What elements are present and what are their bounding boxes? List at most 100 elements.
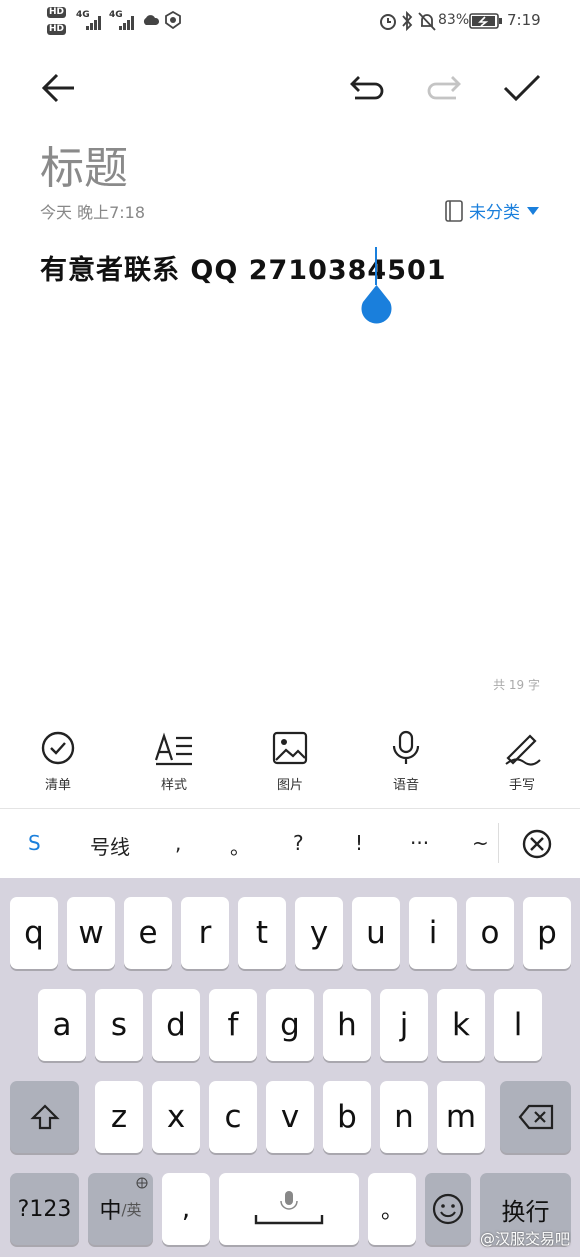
space-key[interactable]: [219, 1173, 359, 1245]
confirm-button[interactable]: [492, 58, 552, 118]
comma-key[interactable]: ,: [162, 1173, 210, 1245]
keyboard: q w e r t y u i o p a s d f g h j k l z …: [0, 878, 580, 1257]
shift-key[interactable]: [10, 1081, 79, 1153]
candidate-item[interactable]: 号线: [90, 831, 130, 860]
lang-main-label: 中: [99, 1199, 122, 1224]
key-i[interactable]: i: [409, 897, 457, 969]
candidate-item[interactable]: !: [355, 831, 363, 855]
text-style-icon: [154, 732, 192, 766]
candidate-item[interactable]: ?: [293, 831, 304, 855]
alarm-icon: [380, 14, 396, 30]
emoji-key[interactable]: [425, 1173, 471, 1245]
checklist-icon: [41, 731, 75, 765]
note-title-field[interactable]: 标题: [40, 132, 128, 196]
key-r[interactable]: r: [181, 897, 229, 969]
undo-icon: [350, 76, 384, 100]
backspace-icon: [518, 1104, 553, 1130]
mute-bell-icon: [418, 12, 436, 31]
hd-badge-1: HD: [47, 7, 67, 18]
signal-icon-2: [119, 12, 135, 30]
key-m[interactable]: m: [437, 1081, 485, 1153]
shift-icon: [29, 1104, 60, 1130]
candidate-bar: S 号线 , 。 ? ! ··· ~: [0, 808, 580, 878]
key-y[interactable]: y: [295, 897, 343, 969]
back-button[interactable]: [28, 58, 88, 118]
emoji-icon: [432, 1193, 464, 1225]
image-icon: [272, 731, 308, 765]
key-c[interactable]: c: [209, 1081, 257, 1153]
key-x[interactable]: x: [152, 1081, 200, 1153]
toolbar-style[interactable]: 样式: [124, 730, 224, 793]
lang-sub-label: /英: [121, 1200, 142, 1219]
char-count: 共 19 字: [493, 678, 540, 692]
key-g[interactable]: g: [266, 989, 314, 1061]
key-l[interactable]: l: [494, 989, 542, 1061]
category-label: 未分类: [469, 203, 520, 223]
cloud-icon: [143, 15, 160, 25]
hd-badge-2: HD: [47, 24, 67, 35]
toolbar-voice[interactable]: 语音: [356, 730, 456, 793]
category-selector[interactable]: 未分类: [445, 198, 540, 223]
redo-icon: [427, 76, 461, 100]
microphone-icon: [392, 730, 420, 764]
back-arrow-icon: [41, 73, 74, 103]
key-f[interactable]: f: [209, 989, 257, 1061]
toolbar-label: 语音: [392, 778, 419, 793]
key-u[interactable]: u: [352, 897, 400, 969]
toolbar-label: 样式: [160, 778, 187, 793]
redo-button[interactable]: [414, 58, 474, 118]
key-t[interactable]: t: [238, 897, 286, 969]
watermark: @汉服交易吧: [479, 1230, 570, 1248]
clock-time: 7:19: [507, 11, 541, 29]
toolbar-checklist[interactable]: 清单: [8, 730, 108, 793]
candidate-item[interactable]: S: [28, 831, 41, 855]
key-h[interactable]: h: [323, 989, 371, 1061]
candidate-item[interactable]: 。: [230, 831, 250, 860]
dropdown-triangle-icon: [527, 206, 539, 215]
handwriting-icon: [505, 734, 541, 766]
key-s[interactable]: s: [95, 989, 143, 1061]
key-e[interactable]: e: [124, 897, 172, 969]
toolbar-label: 清单: [44, 778, 71, 793]
key-o[interactable]: o: [466, 897, 514, 969]
key-k[interactable]: k: [437, 989, 485, 1061]
language-switch-key[interactable]: 中/英: [88, 1173, 153, 1245]
key-j[interactable]: j: [380, 989, 428, 1061]
period-key[interactable]: 。: [368, 1173, 416, 1245]
note-timestamp: 今天 晚上7:18: [40, 203, 146, 222]
candidate-item[interactable]: ,: [175, 831, 181, 855]
notebook-icon: [445, 199, 463, 222]
key-a[interactable]: a: [38, 989, 86, 1061]
key-z[interactable]: z: [95, 1081, 143, 1153]
key-q[interactable]: q: [10, 897, 58, 969]
key-w[interactable]: w: [67, 897, 115, 969]
text-cursor: [375, 247, 377, 285]
backspace-key[interactable]: [500, 1081, 571, 1153]
numbers-key[interactable]: ?123: [10, 1173, 79, 1245]
key-b[interactable]: b: [323, 1081, 371, 1153]
toolbar-handwriting[interactable]: 手写: [472, 730, 572, 793]
candidate-item[interactable]: ~: [472, 831, 489, 855]
globe-icon: [136, 1177, 148, 1189]
close-keyboard-button[interactable]: [522, 829, 552, 859]
key-d[interactable]: d: [152, 989, 200, 1061]
shield-app-icon: [165, 11, 181, 29]
battery-charging-icon: [469, 13, 502, 29]
note-content-field[interactable]: 有意者联系 QQ 2710384501: [40, 248, 447, 287]
bluetooth-icon: [402, 10, 413, 32]
toolbar-image[interactable]: 图片: [240, 730, 340, 793]
checkmark-icon: [503, 74, 541, 102]
status-bar: HD HD 4G 4G 83% 7:19: [0, 0, 580, 44]
toolbar-label: 手写: [508, 778, 535, 793]
signal-icon-1: [86, 12, 102, 30]
key-p[interactable]: p: [523, 897, 571, 969]
cursor-handle[interactable]: [360, 285, 393, 325]
battery-percent: 83%: [438, 12, 470, 28]
space-mic-icon: [254, 1191, 324, 1225]
undo-button[interactable]: [337, 58, 397, 118]
candidate-item[interactable]: ···: [410, 831, 429, 855]
divider: [498, 823, 499, 863]
toolbar-label: 图片: [276, 778, 303, 793]
key-v[interactable]: v: [266, 1081, 314, 1153]
key-n[interactable]: n: [380, 1081, 428, 1153]
